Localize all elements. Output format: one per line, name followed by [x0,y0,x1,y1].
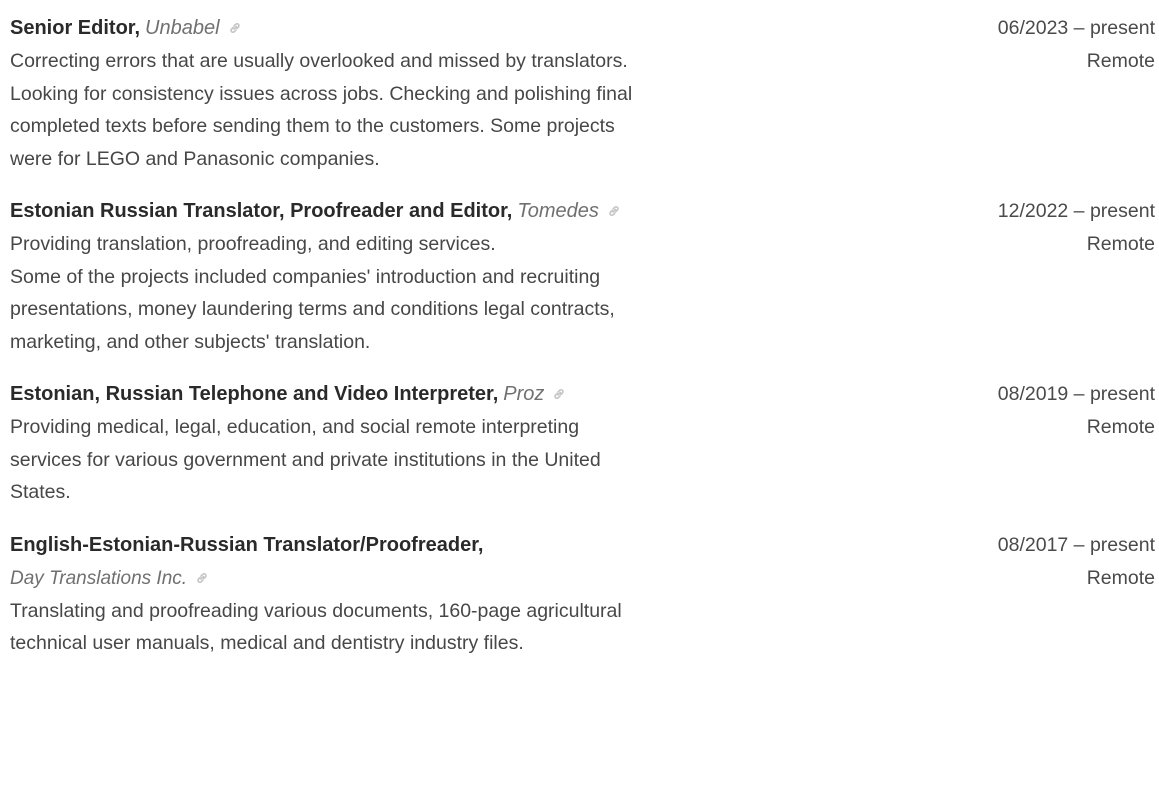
experience-entry: Senior Editor, Unbabel Correcting errors … [10,12,1155,175]
link-icon[interactable] [228,13,242,33]
entry-meta: 08/2019 – present Remote [998,378,1155,444]
description-line: marketing, and other subjects' translati… [10,330,371,353]
description-line: Providing translation, proofreading, and… [10,233,496,255]
entry-meta: 12/2022 – present Remote [998,195,1155,261]
description-line: Correcting errors that are usually overl… [10,50,628,72]
entry-main: Estonian Russian Translator, Proofreader… [10,195,850,358]
description-line: Looking for consistency issues across jo… [10,82,633,105]
date-range: 12/2022 – present [997,200,1155,222]
entry-main: English-Estonian-Russian Translator/Proo… [10,529,850,660]
description-line: States. [10,481,71,503]
entry-description: Correcting errors that are usually overl… [10,45,850,175]
company-link[interactable]: Unbabel [145,17,220,39]
date-range: 08/2019 – present [997,383,1155,405]
date-range: 08/2017 – present [997,533,1155,556]
job-role: Senior Editor, [10,17,141,39]
experience-entry: Estonian Russian Translator, Proofreader… [10,195,1155,358]
entry-main: Estonian, Russian Telephone and Video In… [10,378,850,509]
location: Remote [1086,416,1155,438]
experience-entry: Estonian, Russian Telephone and Video In… [10,378,1155,509]
company-link[interactable]: Day Translations Inc. [10,568,187,589]
description-line: services for various government and priv… [10,448,601,471]
link-icon[interactable] [552,379,566,399]
job-role: Estonian Russian Translator, Proofreader… [10,200,513,222]
location: Remote [1086,233,1155,255]
location: Remote [1086,566,1155,589]
entry-description: Providing medical, legal, education, and… [10,411,850,509]
experience-entry: English-Estonian-Russian Translator/Proo… [10,529,1155,660]
company-link[interactable]: Tomedes [517,200,599,222]
description-line: were for LEGO and Panasonic companies. [10,147,380,170]
entry-meta: 08/2017 – present Remote [998,529,1155,595]
entry-title: Estonian Russian Translator, Proofreader… [10,195,850,228]
description-line: presentations, money laundering terms an… [10,298,615,320]
entry-main: Senior Editor, Unbabel Correcting errors … [10,12,850,175]
company-link[interactable]: Proz [503,383,544,405]
entry-meta: 06/2023 – present Remote [998,12,1155,78]
date-range: 06/2023 – present [997,17,1155,39]
entry-title: English-Estonian-Russian Translator/Proo… [10,529,850,562]
company-line: Day Translations Inc. [10,562,850,595]
location: Remote [1086,50,1155,72]
entry-title: Estonian, Russian Telephone and Video In… [10,378,850,411]
description-line: Providing medical, legal, education, and… [10,416,580,438]
entry-title: Senior Editor, Unbabel [10,12,850,45]
entry-description: Translating and proofreading various doc… [10,595,850,660]
link-icon[interactable] [607,196,621,216]
description-line: Some of the projects included companies'… [10,265,601,288]
description-line: Translating and proofreading various doc… [10,599,622,622]
job-role: English-Estonian-Russian Translator/Proo… [10,533,484,556]
description-line: completed texts before sending them to t… [10,115,615,137]
description-line: technical user manuals, medical and dent… [10,632,524,654]
entry-description: Providing translation, proofreading, and… [10,228,850,358]
link-icon[interactable] [195,563,209,583]
experience-list: Senior Editor, Unbabel Correcting errors … [10,12,1155,680]
job-role: Estonian, Russian Telephone and Video In… [10,383,499,405]
